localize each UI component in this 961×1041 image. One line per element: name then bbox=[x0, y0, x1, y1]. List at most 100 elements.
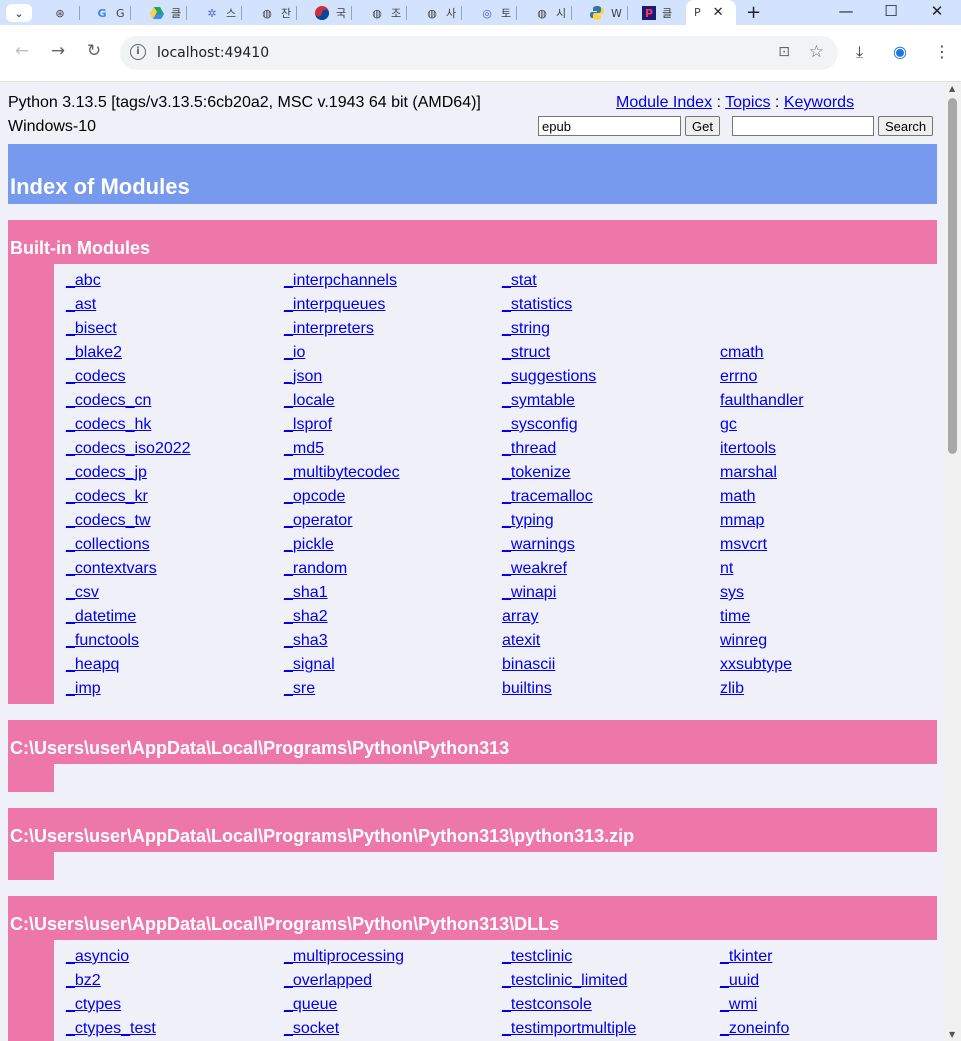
module-link[interactable]: sys bbox=[720, 584, 744, 601]
module-link[interactable]: _codecs_jp bbox=[66, 464, 147, 481]
module-link[interactable]: xxsubtype bbox=[720, 656, 792, 673]
module-link[interactable]: _sha1 bbox=[284, 584, 328, 601]
module-link[interactable]: binascii bbox=[502, 656, 555, 673]
browser-tab[interactable]: ◍ 잔 bbox=[259, 3, 298, 23]
get-input[interactable] bbox=[538, 116, 681, 136]
module-link[interactable]: _weakref bbox=[502, 560, 567, 577]
module-link[interactable]: builtins bbox=[502, 680, 552, 697]
module-link[interactable]: _heapq bbox=[66, 656, 119, 673]
module-link[interactable]: _multiprocessing bbox=[284, 948, 404, 965]
module-link[interactable]: _pickle bbox=[284, 536, 334, 553]
module-link[interactable]: _operator bbox=[284, 512, 353, 529]
module-link[interactable]: _socket bbox=[284, 1020, 339, 1037]
module-link[interactable]: _lsprof bbox=[284, 416, 332, 433]
module-link[interactable]: _interpreters bbox=[284, 320, 374, 337]
module-link[interactable]: msvcrt bbox=[720, 536, 767, 553]
module-link[interactable]: _sha3 bbox=[284, 632, 328, 649]
forward-button[interactable]: → bbox=[47, 41, 69, 61]
info-icon[interactable]: i bbox=[130, 44, 146, 60]
scrollbar-thumb[interactable] bbox=[948, 98, 957, 454]
browser-tab[interactable]: ◍ 시 bbox=[534, 3, 573, 23]
module-link[interactable]: _abc bbox=[66, 272, 101, 289]
module-link[interactable]: _warnings bbox=[502, 536, 575, 553]
module-link[interactable]: _contextvars bbox=[66, 560, 157, 577]
star-icon[interactable]: ☆ bbox=[809, 42, 824, 62]
module-link[interactable]: _winapi bbox=[502, 584, 556, 601]
maximize-button[interactable]: ☐ bbox=[881, 2, 901, 20]
module-link[interactable]: _struct bbox=[502, 344, 550, 361]
module-link[interactable]: _csv bbox=[66, 584, 99, 601]
address-bar[interactable]: i localhost:49410 ⊡ ☆ bbox=[120, 36, 838, 70]
module-link[interactable]: _md5 bbox=[284, 440, 324, 457]
module-link[interactable]: _testclinic_limited bbox=[502, 972, 627, 989]
module-link[interactable]: _tkinter bbox=[720, 948, 772, 965]
browser-tab[interactable]: P클 bbox=[642, 3, 672, 23]
module-index-link[interactable]: Module Index bbox=[616, 94, 712, 111]
module-link[interactable]: _opcode bbox=[284, 488, 345, 505]
url-text[interactable]: localhost:49410 bbox=[157, 45, 269, 61]
module-link[interactable]: _testconsole bbox=[502, 996, 592, 1013]
topics-link[interactable]: Topics bbox=[725, 94, 770, 111]
module-link[interactable]: _codecs_iso2022 bbox=[66, 440, 191, 457]
browser-tab[interactable]: 클 bbox=[149, 3, 188, 23]
module-link[interactable]: _locale bbox=[284, 392, 335, 409]
module-link[interactable]: mmap bbox=[720, 512, 764, 529]
browser-tab[interactable]: ◎ 토 bbox=[479, 3, 518, 23]
module-link[interactable]: _codecs_cn bbox=[66, 392, 151, 409]
module-link[interactable]: _ctypes bbox=[66, 996, 121, 1013]
reload-button[interactable]: ↻ bbox=[83, 41, 105, 61]
module-link[interactable]: _wmi bbox=[720, 996, 757, 1013]
module-link[interactable]: zlib bbox=[720, 680, 744, 697]
download-icon[interactable]: ⤓ bbox=[856, 42, 863, 62]
browser-tab[interactable]: ⊛ bbox=[52, 3, 80, 23]
module-link[interactable]: _testclinic bbox=[502, 948, 572, 965]
module-link[interactable]: time bbox=[720, 608, 750, 625]
module-link[interactable]: _datetime bbox=[66, 608, 136, 625]
back-button[interactable]: ← bbox=[11, 41, 33, 61]
browser-tab[interactable]: GG bbox=[94, 3, 131, 23]
module-link[interactable]: _collections bbox=[66, 536, 150, 553]
module-link[interactable]: nt bbox=[720, 560, 733, 577]
browser-tab[interactable]: W bbox=[589, 3, 628, 23]
module-link[interactable]: _bisect bbox=[66, 320, 117, 337]
module-link[interactable]: _testimportmultiple bbox=[502, 1020, 636, 1037]
browser-tab-active[interactable]: P ✕ bbox=[686, 0, 736, 25]
module-link[interactable]: _tokenize bbox=[502, 464, 571, 481]
module-link[interactable]: marshal bbox=[720, 464, 777, 481]
module-link[interactable]: winreg bbox=[720, 632, 767, 649]
module-link[interactable]: math bbox=[720, 488, 756, 505]
module-link[interactable]: _tracemalloc bbox=[502, 488, 593, 505]
page-scrollbar[interactable]: ▲ ▼ bbox=[945, 82, 961, 1041]
module-link[interactable]: _codecs_tw bbox=[66, 512, 151, 529]
module-link[interactable]: itertools bbox=[720, 440, 776, 457]
module-link[interactable]: _random bbox=[284, 560, 347, 577]
module-link[interactable]: _imp bbox=[66, 680, 101, 697]
module-link[interactable]: _uuid bbox=[720, 972, 759, 989]
close-window-button[interactable]: ✕ bbox=[927, 2, 947, 20]
module-link[interactable]: _json bbox=[284, 368, 322, 385]
new-tab-button[interactable]: + bbox=[746, 2, 761, 23]
module-link[interactable]: _statistics bbox=[502, 296, 572, 313]
module-link[interactable]: array bbox=[502, 608, 538, 625]
module-link[interactable]: _interpchannels bbox=[284, 272, 397, 289]
module-link[interactable]: _sha2 bbox=[284, 608, 328, 625]
more-options-icon[interactable]: ⋮ bbox=[934, 42, 950, 61]
browser-tab[interactable]: ◍ 조 bbox=[369, 3, 408, 23]
module-link[interactable]: _bz2 bbox=[66, 972, 101, 989]
module-link[interactable]: _zoneinfo bbox=[720, 1020, 789, 1037]
module-link[interactable]: _asyncio bbox=[66, 948, 129, 965]
module-link[interactable]: _typing bbox=[502, 512, 554, 529]
module-link[interactable]: _string bbox=[502, 320, 550, 337]
browser-tab[interactable]: 국 bbox=[314, 3, 353, 23]
module-link[interactable]: _codecs_hk bbox=[66, 416, 151, 433]
module-link[interactable]: faulthandler bbox=[720, 392, 804, 409]
module-link[interactable]: cmath bbox=[720, 344, 764, 361]
close-icon[interactable]: ✕ bbox=[713, 5, 724, 20]
module-link[interactable]: _queue bbox=[284, 996, 337, 1013]
module-link[interactable]: _functools bbox=[66, 632, 139, 649]
module-link[interactable]: _stat bbox=[502, 272, 537, 289]
module-link[interactable]: _thread bbox=[502, 440, 556, 457]
module-link[interactable]: _suggestions bbox=[502, 368, 596, 385]
module-link[interactable]: _symtable bbox=[502, 392, 575, 409]
module-link[interactable]: _interpqueues bbox=[284, 296, 385, 313]
